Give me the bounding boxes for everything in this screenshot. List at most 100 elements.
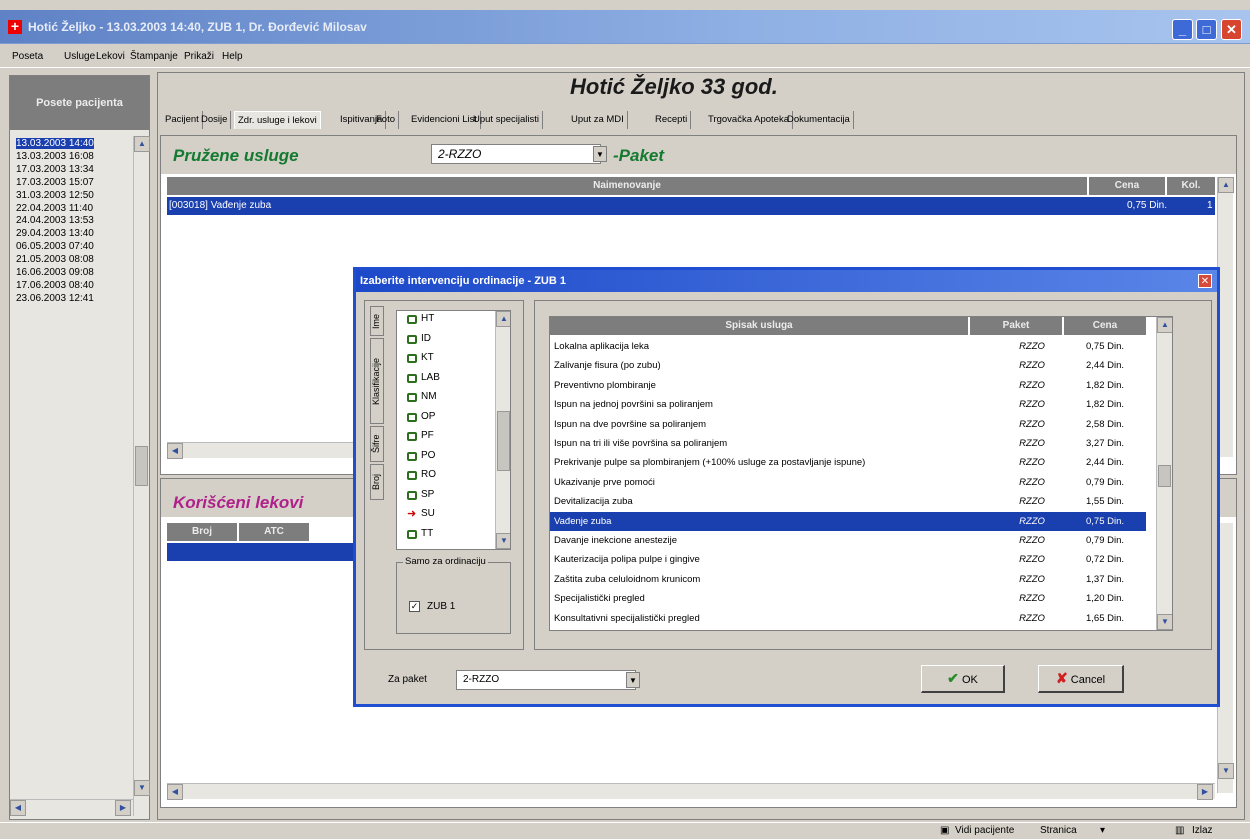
col-header-broj[interactable]: Broj [167, 523, 237, 541]
scroll-up-icon[interactable]: ▲ [134, 136, 150, 152]
drugs-selected-row[interactable] [167, 543, 357, 561]
tab-recepti[interactable]: Recepti [652, 111, 692, 129]
visit-item[interactable]: 16.06.2003 09:08 [16, 267, 94, 278]
side-tab-sifre[interactable]: Šifre [370, 426, 384, 462]
visit-item[interactable]: 13.03.2003 16:08 [16, 151, 94, 162]
service-list[interactable]: Spisak usluga Paket Cena Lokalna aplikac… [549, 316, 1173, 631]
scroll-left-icon[interactable]: ◀ [167, 443, 183, 459]
tree-node[interactable]: OP [407, 411, 435, 422]
tree-node[interactable]: NM [407, 391, 437, 402]
stranica-button[interactable]: Stranica [1040, 825, 1077, 836]
tab-dosije[interactable]: Dosije [198, 111, 232, 129]
scroll-up-icon[interactable]: ▲ [1157, 317, 1172, 333]
list-item[interactable]: Lokalna aplikacija leka RZZO 0,75 Din. [550, 337, 1146, 356]
close-icon[interactable]: ✕ [1198, 274, 1212, 288]
tab-uput-za-mdi[interactable]: Uput za MDI [568, 111, 628, 129]
list-item[interactable]: Ukazivanje prve pomoći RZZO 0,79 Din. [550, 473, 1146, 492]
list-item[interactable]: Preventivno plombiranje RZZO 1,82 Din. [550, 376, 1146, 395]
vidi-pacijente-button[interactable]: Vidi pacijente [955, 825, 1014, 836]
visits-scrollbar[interactable]: ▲ ▼ [133, 136, 150, 816]
tree-node[interactable]: SP [407, 489, 434, 500]
visit-item[interactable]: 06.05.2003 07:40 [16, 241, 94, 252]
visit-item[interactable]: 13.03.2003 14:40 [16, 138, 94, 149]
visit-item[interactable]: 22.04.2003 11:40 [16, 203, 93, 214]
visit-item[interactable]: 23.06.2003 12:41 [16, 293, 94, 304]
scroll-down-icon[interactable]: ▼ [1157, 614, 1172, 630]
visit-item[interactable]: 29.04.2003 13:40 [16, 228, 94, 239]
list-item[interactable]: Ispun na tri ili više površina sa polira… [550, 434, 1146, 453]
visit-item[interactable]: 24.04.2003 13:53 [16, 215, 94, 226]
tab-zdr-usluge-i-lekovi[interactable]: Zdr. usluge i lekovi [234, 111, 321, 129]
tree-node[interactable]: KT [407, 352, 434, 363]
tree-node[interactable]: HT [407, 313, 434, 324]
col-header-naimenovanje[interactable]: Naimenovanje [167, 177, 1087, 195]
tab-dokumentacija[interactable]: Dokumentacija [784, 111, 854, 129]
col-header-kol[interactable]: Kol. [1167, 177, 1215, 195]
tree-node[interactable]: LAB [407, 372, 440, 383]
scroll-thumb[interactable] [1158, 465, 1171, 487]
tree-node[interactable]: TT [407, 528, 433, 539]
list-item[interactable]: Zaštita zuba celuloidnom krunicom RZZO 1,3… [550, 570, 1146, 589]
service-list-scrollbar[interactable]: ▲ ▼ [1156, 317, 1172, 630]
side-tab-ime[interactable]: Ime [370, 306, 384, 336]
scroll-left-icon[interactable]: ◀ [167, 784, 183, 800]
tab-uput-specijalisti[interactable]: Uput specijalisti [470, 111, 543, 129]
scroll-up-icon[interactable]: ▲ [496, 311, 510, 327]
scroll-left-icon[interactable]: ◀ [10, 800, 26, 816]
chevron-down-icon[interactable]: ▼ [593, 146, 607, 162]
list-item[interactable]: Prekrivanje pulpe sa plombiranjem (+100%… [550, 453, 1146, 472]
menu-lekovi[interactable]: Lekovi [96, 51, 125, 62]
tab-trgova-ka-apoteka[interactable]: Trgovačka Apoteka [705, 111, 793, 129]
chevron-down-icon[interactable]: ▼ [626, 672, 640, 688]
maximize-icon[interactable]: □ [1196, 19, 1217, 40]
visit-item[interactable]: 17.03.2003 15:07 [16, 177, 94, 188]
tab-foto[interactable]: Foto [373, 111, 400, 129]
list-item[interactable]: Ispun na jednoj površini sa poliranjem RZ… [550, 395, 1146, 414]
scroll-thumb[interactable] [135, 446, 148, 486]
tab-pacijent[interactable]: Pacijent [162, 111, 203, 129]
tree-scrollbar[interactable]: ▲ ▼ [495, 311, 510, 549]
col-header-cena[interactable]: Cena [1089, 177, 1165, 195]
col-header-atc[interactable]: ATC [239, 523, 309, 541]
tree-node[interactable]: ID [407, 333, 431, 344]
visit-item[interactable]: 31.03.2003 12:50 [16, 190, 94, 201]
cancel-button[interactable]: ✘ Cancel [1038, 665, 1124, 693]
tree-node[interactable]: RO [407, 469, 436, 480]
list-item[interactable]: Specijalistički pregled RZZO 1,20 Din. [550, 589, 1146, 608]
menu-help[interactable]: Help [222, 51, 243, 62]
side-tab-klasifikacije[interactable]: Klasifikacije [370, 338, 384, 424]
scroll-right-icon[interactable]: ▶ [1197, 784, 1213, 800]
minimize-icon[interactable]: _ [1172, 19, 1193, 40]
side-tab-broj[interactable]: Broj [370, 464, 384, 500]
package-combo[interactable]: 2-RZZO [431, 144, 601, 164]
filter-checkbox[interactable]: ✓ [409, 601, 420, 612]
menu-poseta[interactable]: Poseta [12, 51, 43, 62]
menu-stampanje[interactable]: Štampanje [130, 51, 178, 62]
visit-item[interactable]: 17.06.2003 08:40 [16, 280, 94, 291]
izlaz-button[interactable]: Izlaz [1192, 825, 1213, 836]
scroll-down-icon[interactable]: ▼ [134, 780, 150, 796]
scroll-up-icon[interactable]: ▲ [1218, 177, 1234, 193]
menu-prikazi[interactable]: Prikaži [184, 51, 214, 62]
menu-usluge[interactable]: Usluge [64, 51, 95, 62]
col-header-spisak-usluga[interactable]: Spisak usluga [550, 317, 968, 335]
tree-node[interactable]: PF [407, 430, 434, 441]
list-item[interactable]: Kauterizacija polipa pulpe i gingive RZZO… [550, 550, 1146, 569]
scroll-right-icon[interactable]: ▶ [115, 800, 131, 816]
col-header-paket[interactable]: Paket [970, 317, 1062, 335]
close-icon[interactable]: ✕ [1221, 19, 1242, 40]
list-item[interactable]: Devitalizacija zuba RZZO 1,55 Din. [550, 492, 1146, 511]
chevron-down-icon[interactable]: ▾ [1100, 825, 1105, 836]
tree-node[interactable]: ➜ SU [407, 508, 435, 520]
col-header-cena[interactable]: Cena [1064, 317, 1146, 335]
visits-hscrollbar[interactable]: ◀ ▶ [10, 799, 133, 816]
services-hscrollbar[interactable]: ◀ [167, 442, 367, 459]
list-item[interactable]: Konsultativni specijalistički pregled RZZ… [550, 609, 1146, 628]
visit-item[interactable]: 17.03.2003 13:34 [16, 164, 94, 175]
tree-node[interactable]: PO [407, 450, 435, 461]
visit-item[interactable]: 21.05.2003 08:08 [16, 254, 94, 265]
scroll-thumb[interactable] [497, 411, 510, 471]
scroll-down-icon[interactable]: ▼ [1218, 763, 1234, 779]
classification-tree[interactable]: HT ID KT LAB NM OP PF PO RO SP ➜ SU TT ▲ ▼ [396, 310, 511, 550]
list-item[interactable]: Ispun na dve površine sa poliranjem RZZO 2… [550, 415, 1146, 434]
